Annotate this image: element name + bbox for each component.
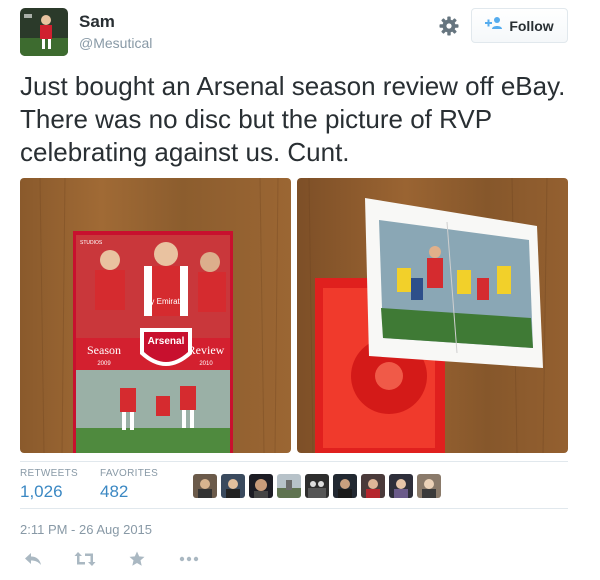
gear-icon[interactable]: [437, 14, 461, 38]
tweet-actions: [22, 550, 200, 568]
follow-label: Follow: [509, 17, 554, 34]
favoriter-avatar[interactable]: [361, 474, 385, 498]
retweets-value[interactable]: 1,026: [20, 482, 78, 502]
retweet-icon[interactable]: [74, 550, 96, 568]
dvd-left-word: Season: [87, 343, 121, 357]
tweet-timestamp[interactable]: 2:11 PM - 26 Aug 2015: [20, 522, 152, 537]
dvd-right-word: Review: [188, 343, 225, 357]
favorite-icon[interactable]: [126, 550, 148, 568]
dvd-club-label: Arsenal: [148, 336, 185, 347]
favorites-label: FAVORITES: [100, 468, 159, 479]
favoriter-avatar[interactable]: [389, 474, 413, 498]
favoriter-avatar[interactable]: [417, 474, 441, 498]
favoriter-avatars: [193, 474, 441, 498]
author-handle[interactable]: @Mesutical: [79, 35, 152, 51]
add-user-icon: [485, 16, 503, 35]
photo-rvp-insert[interactable]: [297, 178, 568, 453]
author-avatar[interactable]: [20, 8, 68, 56]
stats-bottom-divider: [20, 508, 568, 509]
favorites-value[interactable]: 482: [100, 482, 158, 502]
dvd-left-year: 2009: [97, 361, 111, 367]
favoriter-avatar[interactable]: [277, 474, 301, 498]
favoriter-avatar[interactable]: [221, 474, 245, 498]
favorites-stat[interactable]: FAVORITES 482: [100, 468, 158, 502]
retweets-stat[interactable]: RETWEETS 1,026: [20, 468, 78, 502]
tweet-text: Just bought an Arsenal season review off…: [20, 71, 566, 167]
author-name[interactable]: Sam: [79, 12, 115, 32]
photo-dvd-cover[interactable]: STUDIOS Fly Emirates Arsenal Season 2009…: [20, 178, 291, 453]
favoriter-avatar[interactable]: [305, 474, 329, 498]
follow-button[interactable]: Follow: [471, 8, 568, 43]
stats-top-divider: [20, 461, 568, 462]
retweets-label: RETWEETS: [20, 468, 78, 479]
favoriter-avatar[interactable]: [249, 474, 273, 498]
dvd-right-year: 2010: [199, 361, 213, 367]
favoriter-avatar[interactable]: [333, 474, 357, 498]
reply-icon[interactable]: [22, 550, 44, 568]
favoriter-avatar[interactable]: [193, 474, 217, 498]
dvd-studio-label: STUDIOS: [80, 240, 103, 246]
dvd-sponsor-label: Fly Emirates: [144, 297, 188, 306]
more-icon[interactable]: [178, 550, 200, 568]
